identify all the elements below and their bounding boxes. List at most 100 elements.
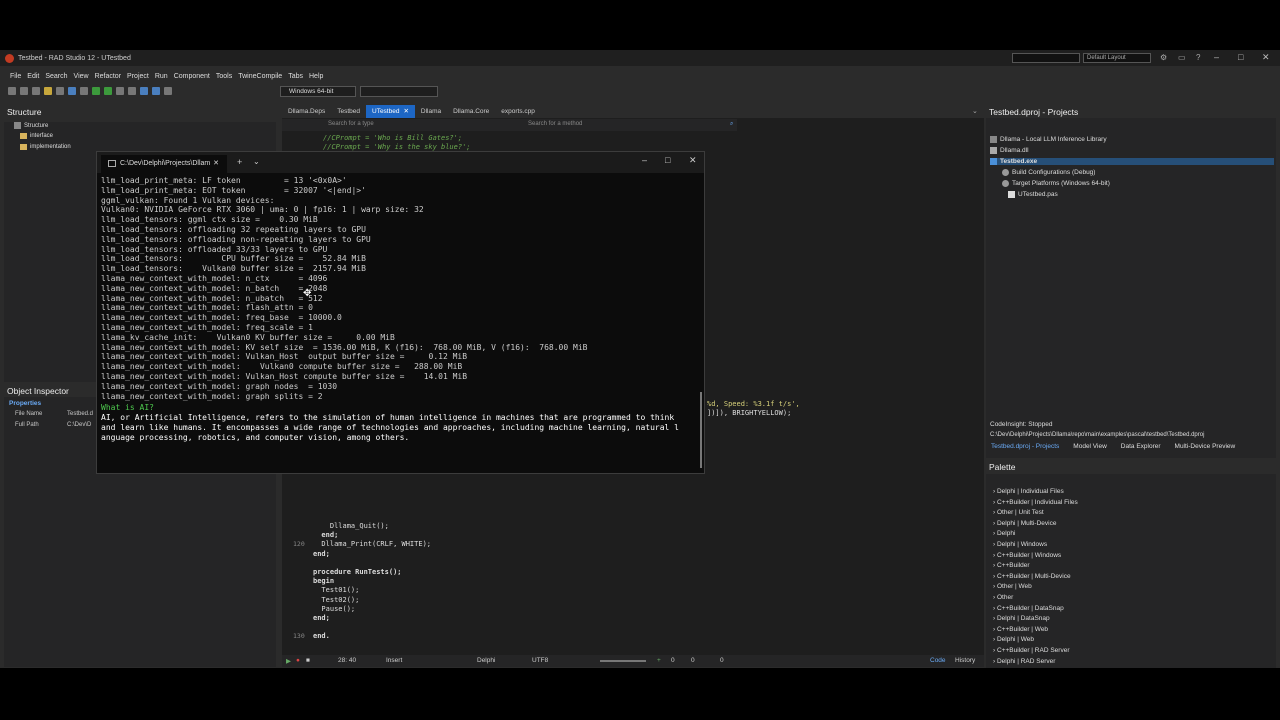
editor-tab[interactable]: Dllama.Deps: [282, 105, 331, 118]
layout-select[interactable]: Default Layout: [1083, 53, 1151, 63]
run-without-debug-icon[interactable]: [104, 87, 112, 95]
palette-category[interactable]: › C++Builder | DataSnap: [993, 605, 1064, 612]
pause-icon[interactable]: [116, 87, 124, 95]
palette-category[interactable]: › C++Builder | Multi-Device: [993, 573, 1071, 580]
type-search-input[interactable]: Search for a type: [328, 121, 374, 127]
open-icon[interactable]: [20, 87, 28, 95]
palette-category[interactable]: › C++Builder | Windows: [993, 552, 1061, 559]
project-group[interactable]: Dllama - Local LLM Inference Library: [990, 136, 1107, 143]
add-file-icon[interactable]: [68, 87, 76, 95]
editor-tab[interactable]: UTestbed ✕: [366, 105, 415, 118]
terminal-scrollbar[interactable]: [700, 392, 702, 468]
palette-category[interactable]: › Delphi | RAD Server: [993, 658, 1055, 665]
editor-tab[interactable]: Dllama: [415, 105, 447, 118]
editor-tab[interactable]: exports.cpp: [495, 105, 541, 118]
project-exe[interactable]: Testbed.exe: [990, 158, 1274, 165]
zoom-slider[interactable]: [600, 660, 646, 662]
open-project-icon[interactable]: [44, 87, 52, 95]
help-icon[interactable]: ?: [1196, 53, 1200, 62]
prop-value[interactable]: Testbed.d: [67, 411, 93, 417]
remove-file-icon[interactable]: [80, 87, 88, 95]
close-button[interactable]: ✕: [1262, 52, 1270, 63]
terminal-tab[interactable]: C:\Dev\Delphi\Projects\Dllam ✕: [101, 155, 227, 173]
palette-category[interactable]: › Delphi | Web: [993, 636, 1034, 643]
editor-tab[interactable]: Dllama.Core: [447, 105, 495, 118]
palette-category[interactable]: › C++Builder: [993, 562, 1030, 569]
new-tab-icon[interactable]: +: [237, 157, 242, 167]
chevron-down-icon[interactable]: ⌄: [253, 157, 260, 166]
menu-item-twinecompile[interactable]: TwineCompile: [238, 73, 282, 80]
tab-data-explorer[interactable]: Data Explorer: [1118, 442, 1164, 454]
configuration-select[interactable]: [360, 86, 438, 97]
stop-icon[interactable]: [128, 87, 136, 95]
minimize-button[interactable]: –: [1214, 52, 1219, 62]
menu-item-help[interactable]: Help: [309, 73, 323, 80]
menu-item-file[interactable]: File: [10, 73, 21, 80]
prop-value[interactable]: C:\Dev\D: [67, 422, 91, 428]
trace-into-icon[interactable]: [152, 87, 160, 95]
menu-item-tabs[interactable]: Tabs: [288, 73, 303, 80]
palette-category[interactable]: › C++Builder | Individual Files: [993, 499, 1078, 506]
menu-item-view[interactable]: View: [74, 73, 89, 80]
palette-category[interactable]: › C++Builder | Web: [993, 626, 1048, 633]
gear-icon[interactable]: ⚙: [1160, 53, 1167, 62]
close-tab-icon[interactable]: ✕: [213, 155, 219, 172]
palette-category[interactable]: › Other | Web: [993, 583, 1032, 590]
ide-search-input[interactable]: [1012, 53, 1080, 63]
palette-category[interactable]: › Delphi | DataSnap: [993, 615, 1050, 622]
new-icon[interactable]: [8, 87, 16, 95]
tab-code[interactable]: Code: [930, 657, 946, 664]
menu-item-edit[interactable]: Edit: [27, 73, 39, 80]
editor-tab[interactable]: Testbed: [331, 105, 366, 118]
compile-icon[interactable]: [164, 87, 172, 95]
palette-category[interactable]: › Delphi | Windows: [993, 541, 1047, 548]
palette-category[interactable]: › Delphi | Multi-Device: [993, 520, 1056, 527]
play-icon[interactable]: ▶: [286, 657, 291, 665]
method-search-input[interactable]: Search for a method: [528, 121, 582, 127]
menu-item-run[interactable]: Run: [155, 73, 168, 80]
properties-tab[interactable]: Properties: [9, 400, 41, 407]
encoding-select[interactable]: UTF8: [532, 657, 548, 664]
palette-category[interactable]: › Other | Unit Test: [993, 509, 1044, 516]
menu-item-project[interactable]: Project: [127, 73, 149, 80]
layout-icon[interactable]: ▭: [1178, 53, 1186, 62]
palette-category[interactable]: › Delphi | Individual Files: [993, 488, 1064, 495]
palette-category[interactable]: › C++Builder | RAD Server: [993, 647, 1069, 654]
save-icon[interactable]: [32, 87, 40, 95]
close-tab-icon[interactable]: ✕: [403, 108, 408, 115]
tab-projects[interactable]: Testbed.dproj - Projects: [988, 442, 1062, 454]
structure-item-interface[interactable]: interface: [20, 133, 53, 139]
tab-multi-device-preview[interactable]: Multi-Device Preview: [1172, 442, 1239, 454]
unit-file[interactable]: UTestbed.pas: [1008, 191, 1058, 198]
structure-root[interactable]: Structure: [14, 122, 48, 129]
platform-select[interactable]: Windows 64-bit: [280, 86, 356, 97]
minimize-button[interactable]: –: [642, 155, 647, 165]
stop-icon[interactable]: ■: [306, 657, 310, 664]
language-select[interactable]: Delphi: [477, 657, 495, 664]
search-icon[interactable]: ⌕: [730, 121, 733, 128]
menu-item-refactor[interactable]: Refactor: [95, 73, 121, 80]
step-over-icon[interactable]: [140, 87, 148, 95]
count-hints: 0: [720, 657, 724, 664]
build-configurations[interactable]: Build Configurations (Debug): [1002, 169, 1095, 176]
tab-model-view[interactable]: Model View: [1070, 442, 1109, 454]
maximize-button[interactable]: □: [1238, 52, 1243, 62]
tab-history[interactable]: History: [955, 657, 975, 664]
terminal-window[interactable]: C:\Dev\Delphi\Projects\Dllam ✕ + ⌄ – □ ✕…: [96, 151, 705, 474]
save-all-icon[interactable]: [56, 87, 64, 95]
close-button[interactable]: ✕: [689, 155, 697, 166]
palette-category[interactable]: › Other: [993, 594, 1013, 601]
run-icon[interactable]: [92, 87, 100, 95]
record-icon[interactable]: ●: [296, 657, 300, 664]
insert-mode[interactable]: Insert: [386, 657, 402, 664]
chevron-down-icon[interactable]: ⌄: [972, 107, 978, 115]
target-platforms[interactable]: Target Platforms (Windows 64-bit): [1002, 180, 1110, 187]
structure-item-implementation[interactable]: implementation: [20, 144, 71, 150]
menu-item-tools[interactable]: Tools: [216, 73, 232, 80]
maximize-button[interactable]: □: [665, 155, 670, 165]
menu-item-search[interactable]: Search: [45, 73, 67, 80]
zoom-in-icon[interactable]: +: [657, 657, 661, 664]
palette-category[interactable]: › Delphi: [993, 530, 1015, 537]
menu-item-component[interactable]: Component: [174, 73, 210, 80]
project-dll[interactable]: Dllama.dll: [990, 147, 1029, 154]
